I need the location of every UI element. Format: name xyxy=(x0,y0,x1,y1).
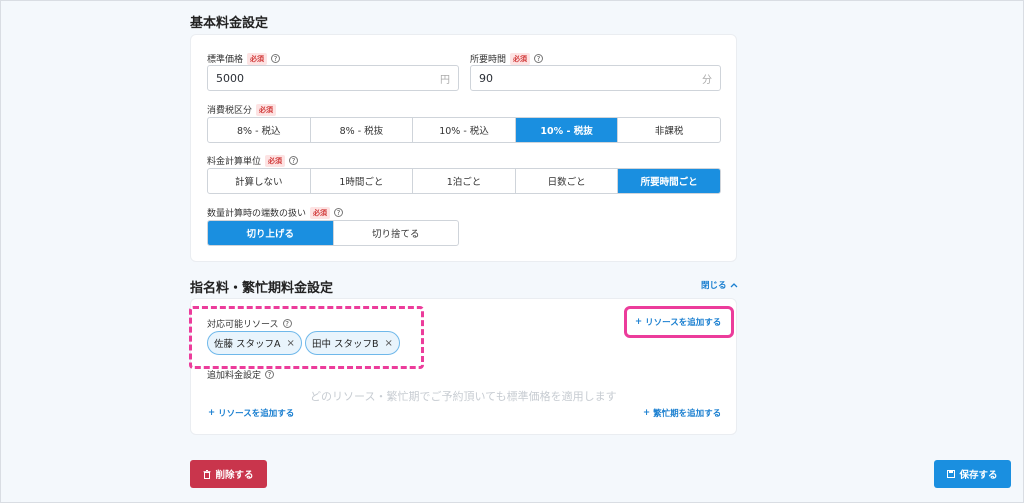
required-badge: 必須 xyxy=(247,52,268,65)
required-badge: 必須 xyxy=(310,206,331,219)
save-icon xyxy=(947,470,956,478)
calc-unit-segmented: 計算しない 1時間ごと 1泊ごと 日数ごと 所要時間ごと xyxy=(207,168,721,194)
standard-price-input[interactable]: 5000 円 xyxy=(207,65,459,91)
basic-section-title: 基本料金設定 xyxy=(190,16,269,31)
calc-unit-daily[interactable]: 日数ごと xyxy=(516,169,619,193)
standard-price-label: 標準価格 必須 ? xyxy=(207,52,281,65)
duration-label: 所要時間 必須 ? xyxy=(470,52,544,65)
help-icon[interactable]: ? xyxy=(534,54,544,63)
help-icon[interactable]: ? xyxy=(265,370,275,379)
add-busy-period-button[interactable]: + 繁忙期を追加する xyxy=(643,407,721,419)
collapse-label: 閉じる xyxy=(701,281,727,291)
rounding-label: 数量計算時の端数の扱い 必須 ? xyxy=(207,206,344,219)
tax-option-10-excl[interactable]: 10% - 税抜 xyxy=(515,118,619,142)
nomination-section-title: 指名料・繁忙期料金設定 xyxy=(190,281,334,296)
calc-unit-label-text: 料金計算単位 xyxy=(207,157,262,167)
tax-option-10-incl[interactable]: 10% - 税込 xyxy=(413,118,516,142)
standard-price-label-text: 標準価格 xyxy=(207,55,244,65)
trash-icon xyxy=(203,469,211,479)
add-resource-fee-button[interactable]: + リソースを追加する xyxy=(208,407,294,419)
plus-icon: + xyxy=(643,408,651,418)
rounding-segmented: 切り上げる 切り捨てる xyxy=(207,220,459,246)
calc-unit-none[interactable]: 計算しない xyxy=(208,169,311,193)
calc-unit-hourly[interactable]: 1時間ごと xyxy=(311,169,414,193)
rounding-down[interactable]: 切り捨てる xyxy=(334,221,459,245)
extra-fee-label: 追加料金設定 ? xyxy=(207,368,275,381)
collapse-toggle[interactable]: 閉じる xyxy=(701,279,738,291)
extra-fee-label-text: 追加料金設定 xyxy=(207,371,262,381)
tax-option-8-excl[interactable]: 8% - 税抜 xyxy=(311,118,414,142)
tax-label-text: 消費税区分 xyxy=(207,106,253,116)
add-resource-fee-label: リソースを追加する xyxy=(218,409,295,419)
delete-button[interactable]: 削除する xyxy=(190,460,267,488)
delete-label: 削除する xyxy=(215,470,254,481)
duration-input[interactable]: 90 分 xyxy=(470,65,721,91)
required-badge: 必須 xyxy=(510,52,531,65)
duration-label-text: 所要時間 xyxy=(470,55,507,65)
required-badge: 必須 xyxy=(265,154,286,167)
plus-icon: + xyxy=(208,408,216,418)
save-label: 保存する xyxy=(959,470,998,481)
rounding-up[interactable]: 切り上げる xyxy=(208,221,334,245)
required-badge: 必須 xyxy=(256,103,277,116)
highlight-dashed-box xyxy=(189,306,424,369)
add-busy-period-label: 繁忙期を追加する xyxy=(653,409,722,419)
standard-price-value: 5000 xyxy=(216,71,244,85)
calc-unit-label: 料金計算単位 必須 ? xyxy=(207,154,299,167)
rounding-label-text: 数量計算時の端数の扱い xyxy=(207,209,307,219)
save-button[interactable]: 保存する xyxy=(934,460,1011,488)
duration-value: 90 xyxy=(479,71,493,85)
help-icon[interactable]: ? xyxy=(334,208,344,217)
standard-price-unit: 円 xyxy=(440,74,450,86)
calc-unit-nightly[interactable]: 1泊ごと xyxy=(413,169,516,193)
tax-label: 消費税区分 必須 xyxy=(207,103,277,116)
tax-option-8-incl[interactable]: 8% - 税込 xyxy=(208,118,311,142)
calc-unit-duration[interactable]: 所要時間ごと xyxy=(618,169,720,193)
duration-unit: 分 xyxy=(702,74,712,86)
highlight-solid-box xyxy=(624,306,734,338)
chevron-up-icon xyxy=(730,283,737,288)
help-icon[interactable]: ? xyxy=(289,156,299,165)
tax-option-exempt[interactable]: 非課税 xyxy=(618,118,720,142)
help-icon[interactable]: ? xyxy=(271,54,281,63)
empty-message: どのリソース・繁忙期でご予約頂いても標準価格を適用します xyxy=(310,390,617,403)
tax-segmented: 8% - 税込 8% - 税抜 10% - 税込 10% - 税抜 非課税 xyxy=(207,117,721,143)
